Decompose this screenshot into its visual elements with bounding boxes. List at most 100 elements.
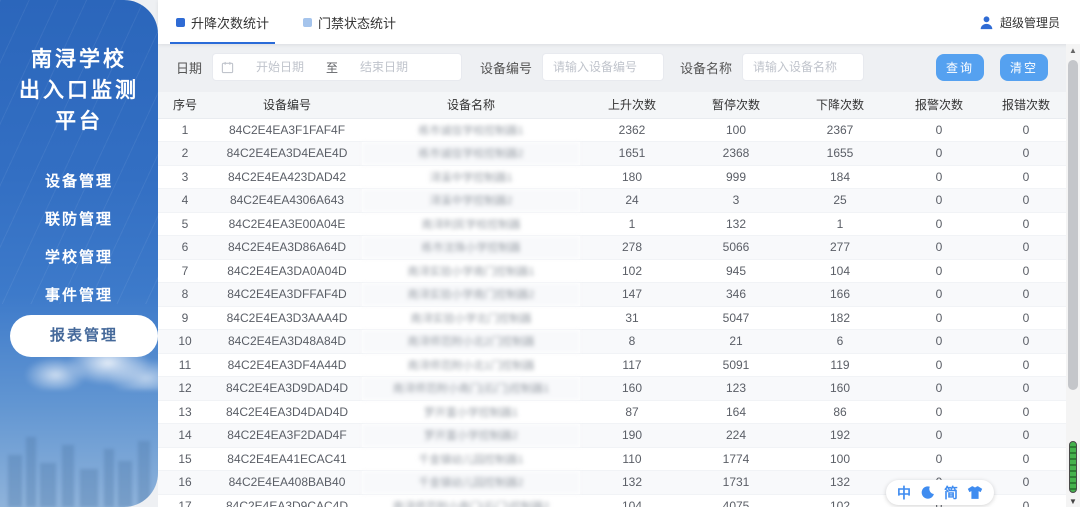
pause-count-cell: 5091 xyxy=(684,353,788,377)
scrollbar-thumb[interactable] xyxy=(1068,60,1078,390)
user-menu[interactable]: 超级管理员 xyxy=(979,14,1060,31)
device-id-cell: 84C2E4EA3D48A84D xyxy=(212,329,362,354)
up-count-cell: 117 xyxy=(580,353,684,377)
up-count-cell: 278 xyxy=(580,235,684,260)
device-name-cell: 南浔利民学校控制器 xyxy=(362,212,580,236)
error-count-cell: 0 xyxy=(986,353,1066,377)
scrollbar-up-arrow-icon[interactable]: ▲ xyxy=(1066,46,1080,55)
device-id-cell: 84C2E4EA408BAB40 xyxy=(212,470,362,495)
device-name-input[interactable] xyxy=(742,53,865,81)
up-count-cell: 180 xyxy=(580,165,684,189)
tab-lift-count-stats[interactable]: 升降次数统计 xyxy=(169,0,276,44)
alarm-count-cell: 0 xyxy=(892,400,986,424)
pause-count-cell: 1731 xyxy=(684,470,788,495)
device-id-cell: 84C2E4EA3DF4A44D xyxy=(212,353,362,377)
table-row: 2 84C2E4EA3D4EAE4D 练市诚信学校控制器2 1651 2368 1655 0… xyxy=(158,141,1066,166)
pause-count-cell: 21 xyxy=(684,329,788,354)
column-header: 序号 xyxy=(158,92,212,119)
tab-access-status-stats[interactable]: 门禁状态统计 xyxy=(303,0,396,44)
end-date-input[interactable] xyxy=(344,60,425,74)
device-name-cell: 南浔师范附小北1门控制器 xyxy=(362,353,580,377)
up-count-cell: 87 xyxy=(580,400,684,424)
scrollbar-down-arrow-icon[interactable]: ▼ xyxy=(1066,497,1080,506)
device-id-cell: 84C2E4EA3D9DAD4D xyxy=(212,376,362,401)
clear-button[interactable]: 清空 xyxy=(999,53,1048,81)
row-index: 7 xyxy=(158,259,212,283)
moon-icon[interactable] xyxy=(920,485,935,500)
down-count-cell: 132 xyxy=(788,470,892,495)
scrollbar-progress-indicator[interactable] xyxy=(1069,441,1077,493)
date-range-separator: 至 xyxy=(326,60,339,75)
vertical-scrollbar[interactable]: ▲ ▼ xyxy=(1066,44,1080,507)
tab-label: 升降次数统计 xyxy=(191,15,270,31)
date-range-picker[interactable]: 至 xyxy=(212,53,463,81)
column-header: 报错次数 xyxy=(986,92,1066,119)
down-count-cell: 277 xyxy=(788,235,892,260)
sidebar-item-report[interactable]: 报表管理 xyxy=(10,315,158,357)
sidebar-item-device[interactable]: 设备管理 xyxy=(0,163,158,201)
start-date-input[interactable] xyxy=(240,60,321,74)
device-name-cell: 浔溪中学控制器2 xyxy=(362,188,580,213)
error-count-cell: 0 xyxy=(986,470,1066,495)
pause-count-cell: 123 xyxy=(684,376,788,401)
pause-count-cell: 5066 xyxy=(684,235,788,260)
tab-label: 门禁状态统计 xyxy=(318,15,397,31)
row-index: 5 xyxy=(158,212,212,236)
sidebar-item-school[interactable]: 学校管理 xyxy=(0,239,158,277)
pause-count-cell: 164 xyxy=(684,400,788,424)
date-label: 日期 xyxy=(176,60,203,76)
ime-language-button[interactable]: 中 xyxy=(897,486,911,500)
person-icon xyxy=(980,15,993,29)
alarm-count-cell: 0 xyxy=(892,165,986,189)
row-index: 11 xyxy=(158,353,212,377)
tab-bullet-icon xyxy=(176,17,185,27)
device-id-cell: 84C2E4EA423DAD42 xyxy=(212,165,362,189)
down-count-cell: 160 xyxy=(788,376,892,401)
column-header: 暂停次数 xyxy=(684,92,788,119)
pause-count-cell: 1774 xyxy=(684,447,788,471)
error-count-cell: 0 xyxy=(986,212,1066,236)
app-title-line1: 南浔学校 xyxy=(31,48,127,71)
device-name-cell: 南浔实验小学北门控制器 xyxy=(362,306,580,330)
table-row: 11 84C2E4EA3DF4A44D 南浔师范附小北1门控制器 117 5091 119… xyxy=(158,353,1066,377)
down-count-cell: 100 xyxy=(788,447,892,471)
device-id-cell: 84C2E4EA3D86A64D xyxy=(212,235,362,260)
device-id-cell: 84C2E4EA3D9CAC4D xyxy=(212,494,362,507)
up-count-cell: 104 xyxy=(580,494,684,507)
tab-bullet-icon xyxy=(303,17,313,27)
table-row: 7 84C2E4EA3DA0A04D 南浔实验小学南门控制器1 102 945 104 0 0 xyxy=(158,259,1066,283)
down-count-cell: 104 xyxy=(788,259,892,283)
ime-toolbar[interactable]: 中 简 xyxy=(886,480,994,505)
alarm-count-cell: 0 xyxy=(892,259,986,283)
device-id-cell: 84C2E4EA3E00A04E xyxy=(212,212,362,236)
error-count-cell: 0 xyxy=(986,118,1066,142)
table-row: 15 84C2E4EA41ECAC41 千金镇幼儿园控制器1 110 1774 100 0 0 xyxy=(158,447,1066,471)
search-button[interactable]: 查询 xyxy=(935,53,984,81)
row-index: 17 xyxy=(158,494,212,507)
device-id-input[interactable] xyxy=(542,53,665,81)
sidebar-item-defense[interactable]: 联防管理 xyxy=(0,201,158,239)
pause-count-cell: 132 xyxy=(684,212,788,236)
device-id-label: 设备编号 xyxy=(480,60,533,76)
sidebar-item-event[interactable]: 事件管理 xyxy=(0,277,158,315)
error-count-cell: 0 xyxy=(986,165,1066,189)
ime-simplified-button[interactable]: 简 xyxy=(944,486,958,500)
down-count-cell: 184 xyxy=(788,165,892,189)
device-id-cell: 84C2E4EA3D3AAA4D xyxy=(212,306,362,330)
table-row: 12 84C2E4EA3D9DAD4D 南浔师范附小南门(石门)控制器1 160 123… xyxy=(158,376,1066,401)
device-name-cell: 南浔师范附小南门(石门)控制器1 xyxy=(362,376,580,401)
shirt-icon[interactable] xyxy=(967,485,983,500)
calendar-icon xyxy=(221,61,234,73)
up-count-cell: 1651 xyxy=(580,141,684,166)
down-count-cell: 1655 xyxy=(788,141,892,166)
pause-count-cell: 999 xyxy=(684,165,788,189)
sidebar: 南浔学校 出入口监测平台 设备管理 联防管理 学校管理 事件管理 报表管理 xyxy=(0,0,158,507)
pause-count-cell: 3 xyxy=(684,188,788,213)
sidebar-menu: 设备管理 联防管理 学校管理 事件管理 报表管理 xyxy=(0,163,158,357)
table-row: 9 84C2E4EA3D3AAA4D 南浔实验小学北门控制器 31 5047 182 0 0 xyxy=(158,306,1066,330)
table-row: 8 84C2E4EA3DFFAF4D 南浔实验小学南门控制器2 147 346 166 0 0 xyxy=(158,282,1066,307)
row-index: 10 xyxy=(158,329,212,354)
alarm-count-cell: 0 xyxy=(892,423,986,448)
down-count-cell: 119 xyxy=(788,353,892,377)
device-name-cell: 罗开富小学控制器2 xyxy=(362,423,580,448)
